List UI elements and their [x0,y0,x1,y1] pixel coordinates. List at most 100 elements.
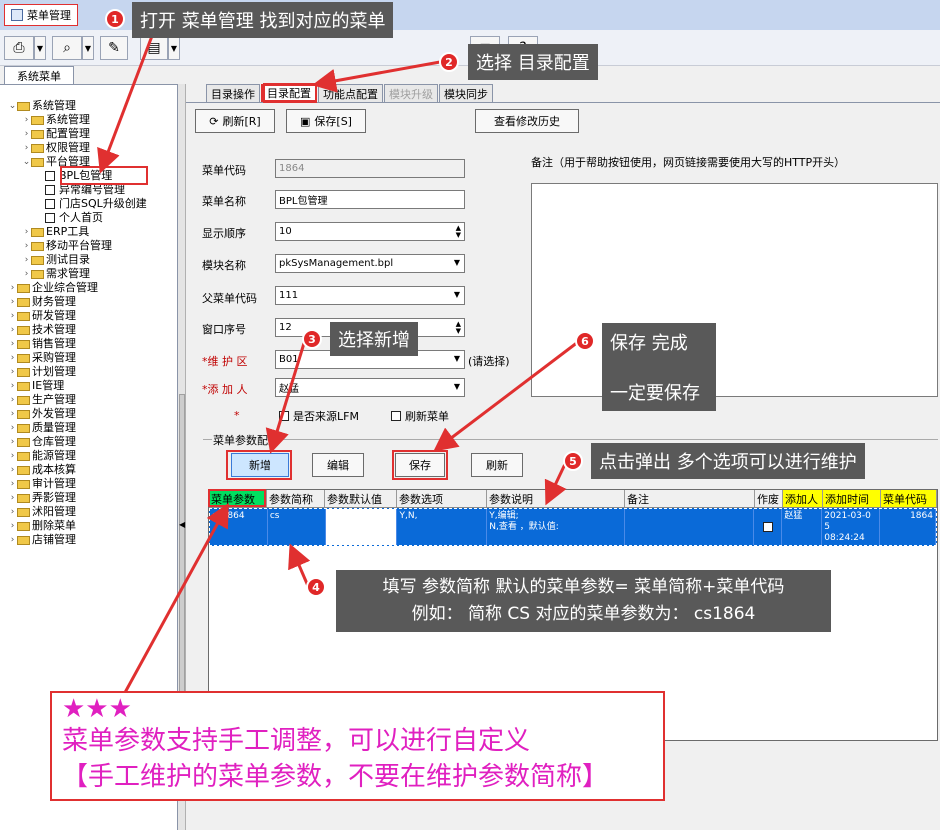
spin-arrows-icon[interactable]: ▲ ▼ [456,225,461,239]
chevron-down-icon[interactable]: ▼ [454,258,460,267]
expand-toggle-icon[interactable]: › [22,141,31,155]
expand-toggle-icon[interactable]: › [22,267,31,281]
expand-toggle-icon[interactable]: › [8,393,17,407]
tree-item[interactable]: › 技术管理 [8,323,147,337]
spin-arrows-icon[interactable]: ▲ ▼ [456,321,461,335]
tab-system-menu[interactable]: 系统菜单 [4,66,74,84]
tree-item[interactable]: › 能源管理 [8,449,147,463]
expand-toggle-icon[interactable]: › [8,491,17,505]
table-cell-time[interactable]: 2021-03-0 5 08:24:24 [822,509,881,545]
column-header[interactable]: 作废 [755,490,783,507]
expand-toggle-icon[interactable]: › [8,295,17,309]
expand-toggle-icon[interactable]: › [22,113,31,127]
chevron-down-icon[interactable]: ▼ [454,290,460,299]
tab-0[interactable]: 目录操作 [206,84,260,102]
column-header[interactable]: 参数简称 [267,490,325,507]
column-header[interactable]: 备注 [625,490,755,507]
save-button[interactable]: ▣ 保存[S] [286,109,366,133]
expand-toggle-icon[interactable]: › [8,435,17,449]
column-header[interactable]: 添加时间 [823,490,881,507]
tree-item[interactable]: › ERP工具 [8,225,147,239]
tree-item[interactable]: › 外发管理 [8,407,147,421]
tree-item[interactable]: › 仓库管理 [8,435,147,449]
menu-name-field[interactable]: BPL包管理 [275,190,465,209]
tree-item[interactable]: › 研发管理 [8,309,147,323]
column-header[interactable]: 添加人 [783,490,823,507]
collapse-arrow-icon[interactable]: ◀ [179,520,185,529]
expand-toggle-icon[interactable]: › [8,365,17,379]
expand-toggle-icon[interactable]: › [8,351,17,365]
expand-toggle-icon[interactable]: › [22,127,31,141]
expand-toggle-icon[interactable]: › [8,337,17,351]
table-cell-options[interactable]: Y,N, [397,509,488,545]
view-history-button[interactable]: 查看修改历史 [475,109,579,133]
tree-item[interactable]: › 采购管理 [8,351,147,365]
tree-item[interactable]: ⌄ 系统管理 [8,99,147,113]
tree-item[interactable]: › 需求管理 [8,267,147,281]
column-header[interactable]: 参数选项 [397,490,487,507]
tree-item[interactable]: › 移动平台管理 [8,239,147,253]
table-cell-note[interactable] [625,509,755,545]
column-header[interactable]: 菜单代码 [881,490,937,507]
design-button[interactable]: ✎ [100,36,128,60]
table-cell-short[interactable]: cs [268,509,326,545]
tree-item[interactable]: › 生产管理 [8,393,147,407]
lfm-checkbox-box[interactable] [279,411,289,421]
expand-toggle-icon[interactable]: › [8,533,17,547]
tree-item[interactable]: › 删除菜单 [8,519,147,533]
expand-toggle-icon[interactable]: › [22,239,31,253]
column-header[interactable]: 参数说明 [487,490,625,507]
preview-dropdown-button[interactable]: ▼ [82,36,94,60]
tree-item[interactable]: 异常编号管理 [8,183,147,197]
chevron-down-icon[interactable]: ▼ [454,354,460,363]
tree-item[interactable]: 个人首页 [8,211,147,225]
refresh-button[interactable]: ⟳ 刷新[R] [195,109,275,133]
table-cell-desc[interactable]: Y,编辑; N,查看 ，默认值: [487,509,625,545]
tree-item[interactable]: › IE管理 [8,379,147,393]
expand-toggle-icon[interactable]: › [8,463,17,477]
table-cell-void[interactable] [754,509,783,545]
tree-item[interactable]: › 质量管理 [8,421,147,435]
expand-toggle-icon[interactable]: › [8,519,17,533]
note-textarea[interactable] [531,183,938,397]
refresh-param-button[interactable]: 刷新 [471,453,523,477]
table-row[interactable]: cs1864 cs Y,N, Y,编辑; N,查看 ，默认值: 赵猛 2021-03-0 … [209,508,937,546]
tree-item[interactable]: 门店SQL升级创建 [8,197,147,211]
print-dropdown-button[interactable]: ▼ [34,36,46,60]
chevron-down-icon[interactable]: ▼ [454,382,460,391]
expand-toggle-icon[interactable]: › [22,253,31,267]
expand-toggle-icon[interactable]: › [8,281,17,295]
expand-toggle-icon[interactable]: › [8,477,17,491]
tree-item[interactable]: › 沭阳管理 [8,505,147,519]
tree-item[interactable]: › 销售管理 [8,337,147,351]
tree-item[interactable]: › 审计管理 [8,477,147,491]
tree-item[interactable]: › 成本核算 [8,463,147,477]
tree-item[interactable]: › 计划管理 [8,365,147,379]
expand-toggle-icon[interactable]: › [8,449,17,463]
expand-toggle-icon[interactable]: › [22,225,31,239]
expand-toggle-icon[interactable]: › [8,505,17,519]
refresh-menu-checkbox-box[interactable] [391,411,401,421]
table-cell-default[interactable] [325,509,398,545]
tree-item[interactable]: › 测试目录 [8,253,147,267]
edit-param-button[interactable]: 编辑 [312,453,364,477]
column-header[interactable]: 参数默认值 [325,490,397,507]
tab-4[interactable]: 模块同步 [439,84,493,102]
display-order-stepper[interactable]: 10 ▲ ▼ [275,222,465,241]
tree-item[interactable]: › 配置管理 [8,127,147,141]
window-tab[interactable]: 菜单管理 [4,4,78,26]
table-cell-adder[interactable]: 赵猛 [782,509,823,545]
tree-item[interactable]: › 权限管理 [8,141,147,155]
tree-item[interactable]: › 店铺管理 [8,533,147,547]
expand-toggle-icon[interactable]: › [8,323,17,337]
tab-2[interactable]: 功能点配置 [318,84,383,102]
tree-item[interactable]: › 财务管理 [8,295,147,309]
preview-button[interactable]: ⌕ [52,36,82,60]
table-cell-param[interactable]: cs1864 [210,509,268,545]
expand-toggle-icon[interactable]: › [8,379,17,393]
void-checkbox[interactable] [762,522,773,532]
expand-toggle-icon[interactable]: › [8,407,17,421]
tree-item[interactable]: › 系统管理 [8,113,147,127]
refresh-menu-checkbox[interactable]: 刷新菜单 [391,408,449,424]
expand-toggle-icon[interactable]: › [8,309,17,323]
